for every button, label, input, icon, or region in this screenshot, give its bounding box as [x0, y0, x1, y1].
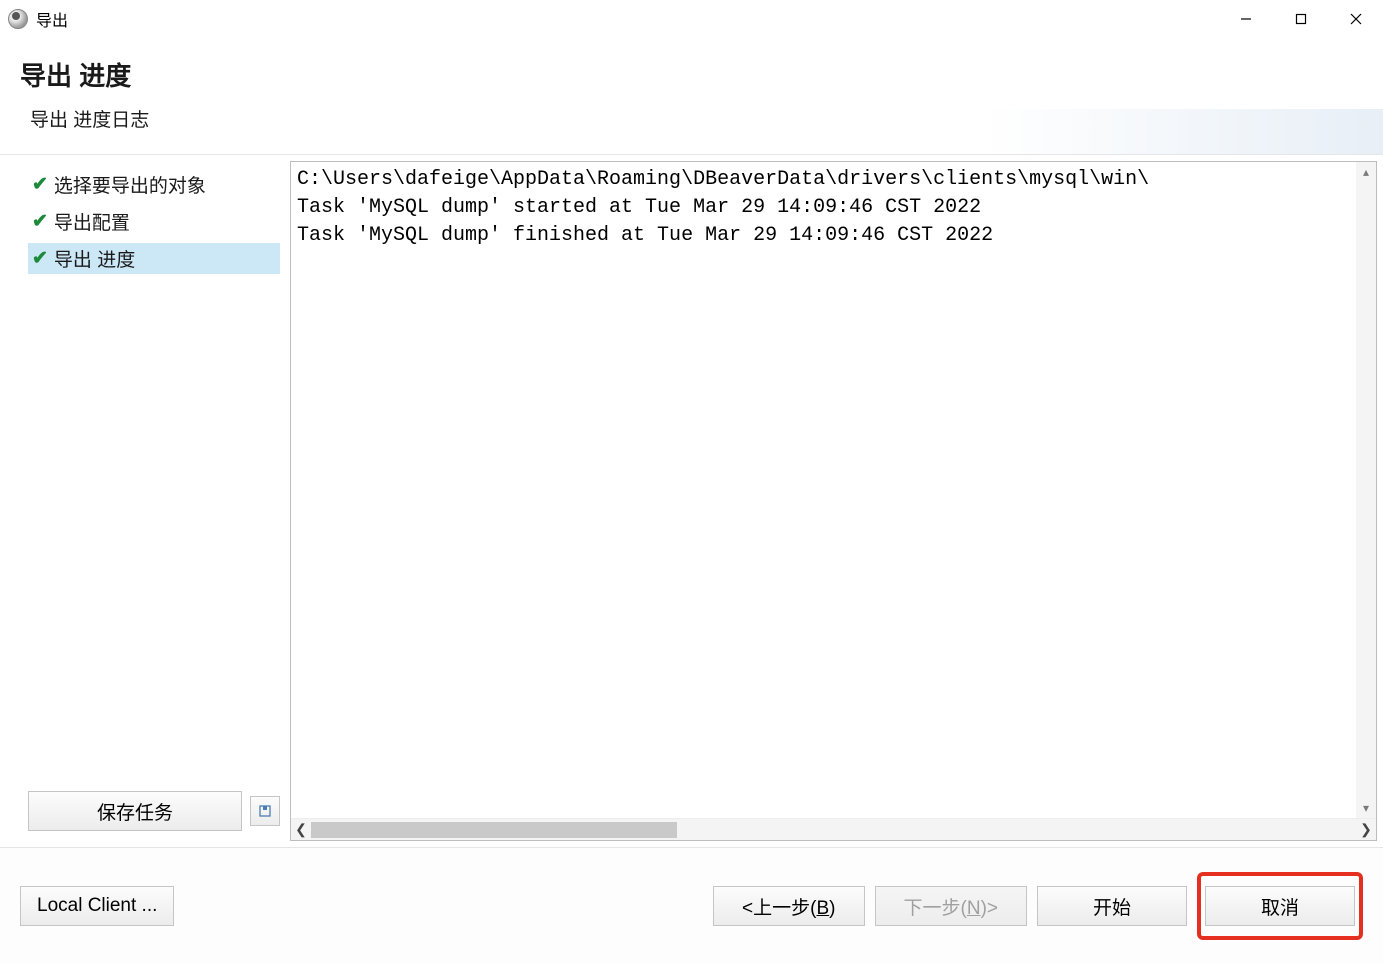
save-task-button[interactable]: 保存任务	[28, 791, 242, 831]
step-item-select-objects[interactable]: ✔ 选择要导出的对象	[28, 169, 280, 200]
window-controls	[1218, 0, 1383, 38]
back-prefix: <上一步(	[742, 898, 816, 919]
check-icon: ✔	[32, 173, 48, 196]
cancel-highlight: 取消	[1197, 872, 1363, 940]
scrollbar-thumb[interactable]	[311, 822, 677, 838]
close-button[interactable]	[1328, 0, 1383, 38]
next-button: 下一步(N)>	[875, 886, 1028, 926]
scroll-left-icon[interactable]: ❮	[291, 819, 311, 841]
app-icon	[8, 9, 28, 29]
log-pane: C:\Users\dafeige\AppData\Roaming\DBeaver…	[290, 155, 1383, 847]
title-bar: 导出	[0, 0, 1383, 38]
step-item-export-config[interactable]: ✔ 导出配置	[28, 206, 280, 237]
back-hotkey: B	[816, 898, 829, 919]
page-subtitle: 导出 进度日志	[20, 105, 1363, 132]
next-hotkey: N	[967, 898, 981, 919]
sidebar-footer: 保存任务	[28, 791, 280, 837]
check-icon: ✔	[32, 247, 48, 270]
start-button[interactable]: 开始	[1037, 886, 1187, 926]
vertical-scrollbar[interactable]: ▴ ▾	[1356, 162, 1376, 818]
step-item-export-progress[interactable]: ✔ 导出 进度	[28, 243, 280, 274]
log-scroll-area[interactable]: C:\Users\dafeige\AppData\Roaming\DBeaver…	[291, 162, 1376, 818]
log-box: C:\Users\dafeige\AppData\Roaming\DBeaver…	[290, 161, 1377, 841]
wizard-sidebar: ✔ 选择要导出的对象 ✔ 导出配置 ✔ 导出 进度 保存任务	[0, 155, 290, 847]
horizontal-scrollbar[interactable]: ❮ ❯	[291, 818, 1376, 840]
maximize-icon	[1295, 13, 1307, 25]
next-prefix: 下一步(	[904, 898, 967, 919]
save-task-link-button[interactable]	[250, 796, 280, 826]
page-title: 导出 进度	[20, 56, 1363, 93]
back-suffix: )	[829, 898, 835, 919]
main-content: ✔ 选择要导出的对象 ✔ 导出配置 ✔ 导出 进度 保存任务	[0, 154, 1383, 848]
wizard-header: 导出 进度 导出 进度日志	[0, 38, 1383, 154]
log-text: C:\Users\dafeige\AppData\Roaming\DBeaver…	[291, 162, 1155, 254]
back-button[interactable]: <上一步(B)	[713, 886, 864, 926]
save-icon	[258, 804, 272, 818]
local-client-button[interactable]: Local Client ...	[20, 886, 174, 926]
cancel-button[interactable]: 取消	[1205, 886, 1355, 926]
wizard-button-bar: Local Client ... <上一步(B) 下一步(N)> 开始 取消	[0, 848, 1383, 964]
step-label: 导出 进度	[54, 245, 135, 272]
scroll-up-icon[interactable]: ▴	[1356, 162, 1376, 182]
next-suffix: )>	[981, 898, 998, 919]
minimize-button[interactable]	[1218, 0, 1273, 38]
scrollbar-track[interactable]	[311, 821, 1356, 839]
minimize-icon	[1240, 13, 1252, 25]
check-icon: ✔	[32, 210, 48, 233]
close-icon	[1350, 13, 1362, 25]
step-label: 选择要导出的对象	[54, 171, 206, 198]
window-title: 导出	[36, 7, 68, 31]
maximize-button[interactable]	[1273, 0, 1328, 38]
steps-list: ✔ 选择要导出的对象 ✔ 导出配置 ✔ 导出 进度	[28, 169, 280, 791]
step-label: 导出配置	[54, 208, 130, 235]
scroll-right-icon[interactable]: ❯	[1356, 819, 1376, 841]
scroll-down-icon[interactable]: ▾	[1356, 798, 1376, 818]
